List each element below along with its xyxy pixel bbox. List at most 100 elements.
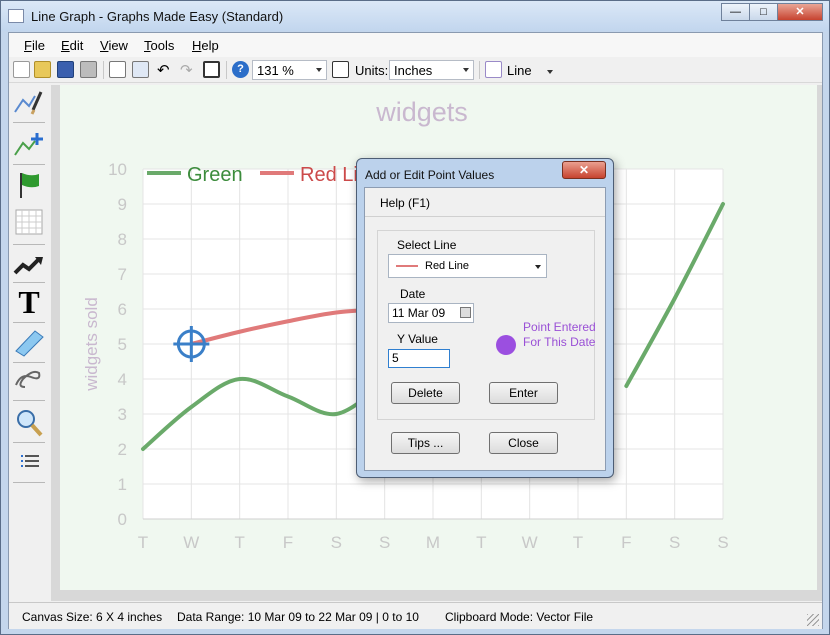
dialog-close-button[interactable]: ✕ <box>562 161 606 179</box>
units-select[interactable]: Inches <box>389 60 474 80</box>
close-button[interactable]: Close <box>489 432 558 454</box>
eraser-tool-icon[interactable] <box>13 326 45 358</box>
zoom-value: 131 % <box>257 63 294 78</box>
point-entered-note: Point Entered For This Date <box>523 320 596 349</box>
menu-bar: File Edit View Tools Help <box>9 33 822 57</box>
x-tick-label: T <box>476 533 486 552</box>
tips-button[interactable]: Tips ... <box>391 432 460 454</box>
x-tick-label: M <box>426 533 440 552</box>
toolbar-separator <box>226 61 227 79</box>
y-tick-label: 8 <box>118 230 127 249</box>
toolbar-separator <box>103 61 104 79</box>
new-file-icon[interactable] <box>13 61 30 78</box>
redo-icon[interactable]: ↷ <box>180 61 193 79</box>
x-tick-label: S <box>717 533 728 552</box>
tool-separator <box>13 322 45 323</box>
dialog-body: Help (F1) Select Line Red Line Date 11 M… <box>364 187 606 471</box>
units-value: Inches <box>394 63 433 78</box>
y-value-input[interactable]: 5 <box>388 349 450 368</box>
print-icon[interactable] <box>80 61 97 78</box>
properties-list-icon[interactable] <box>13 446 45 478</box>
dialog-title: Add or Edit Point Values <box>365 168 495 182</box>
copy-icon[interactable] <box>132 61 149 78</box>
resize-grip-icon[interactable] <box>807 614 819 626</box>
tool-separator <box>13 400 45 401</box>
toolbar: ↶ ↷ ? 131 % Units: Inches Line <box>9 57 822 83</box>
graph-type-select[interactable]: Line <box>507 63 554 78</box>
fit-to-window-icon[interactable] <box>332 61 349 78</box>
tool-separator <box>13 362 45 363</box>
x-tick-label: F <box>283 533 293 552</box>
x-tick-label: T <box>234 533 244 552</box>
save-icon[interactable] <box>57 61 74 78</box>
dialog-help-menu[interactable]: Help (F1) <box>380 196 430 210</box>
menu-help[interactable]: Help <box>192 38 219 53</box>
date-label: Date <box>400 287 426 301</box>
select-line-dropdown[interactable]: Red Line <box>388 254 547 278</box>
menu-file[interactable]: File <box>24 38 45 53</box>
zoom-select[interactable]: 131 % <box>252 60 327 80</box>
menu-view[interactable]: View <box>100 38 128 53</box>
open-folder-icon[interactable] <box>34 61 51 78</box>
freehand-tool-icon[interactable] <box>13 364 45 396</box>
toolbar-separator <box>479 61 480 79</box>
y-tick-label: 9 <box>118 195 127 214</box>
y-tick-label: 1 <box>118 475 127 494</box>
title-bar[interactable]: Line Graph - Graphs Made Easy (Standard)… <box>1 1 829 31</box>
date-picker[interactable]: 11 Mar 09 <box>388 303 474 323</box>
x-tick-label: S <box>669 533 680 552</box>
chart-title: widgets <box>375 97 468 127</box>
status-clipboard-mode: Clipboard Mode: Vector File <box>445 610 594 624</box>
undo-icon[interactable]: ↶ <box>157 61 170 79</box>
dialog-menu-divider <box>365 216 605 217</box>
line-color-swatch <box>396 265 418 267</box>
enter-button[interactable]: Enter <box>489 382 558 404</box>
tool-separator <box>13 482 45 483</box>
data-table-icon[interactable] <box>203 61 220 78</box>
help-icon[interactable]: ? <box>232 61 249 78</box>
x-tick-label: W <box>522 533 538 552</box>
y-tick-label: 10 <box>108 160 127 179</box>
line-graph-icon[interactable] <box>485 61 502 78</box>
y-axis-label: widgets sold <box>82 297 101 392</box>
x-tick-label: W <box>183 533 199 552</box>
status-canvas-size: Canvas Size: 6 X 4 inches <box>22 610 163 624</box>
edit-line-tool-icon[interactable] <box>13 87 45 119</box>
left-toolbox: T <box>9 84 49 601</box>
calendar-icon[interactable] <box>460 307 471 318</box>
y-tick-label: 3 <box>118 405 127 424</box>
x-tick-label: F <box>621 533 631 552</box>
y-tick-label: 2 <box>118 440 127 459</box>
delete-button[interactable]: Delete <box>391 382 460 404</box>
text-tool-icon[interactable]: T <box>13 284 45 320</box>
tool-separator <box>13 244 45 245</box>
y-tick-label: 6 <box>118 300 127 319</box>
add-line-tool-icon[interactable] <box>13 128 45 160</box>
window-title: Line Graph - Graphs Made Easy (Standard) <box>31 9 284 24</box>
close-window-button[interactable]: ✕ <box>777 3 823 21</box>
y-tick-label: 4 <box>118 370 127 389</box>
tool-separator <box>13 122 45 123</box>
grid-tool-icon[interactable] <box>13 206 45 238</box>
trend-arrow-tool-icon[interactable] <box>13 248 45 280</box>
zoom-magnifier-icon[interactable] <box>13 406 45 438</box>
y-tick-label: 7 <box>118 265 127 284</box>
flag-tool-icon[interactable] <box>13 169 45 201</box>
maximize-button[interactable]: □ <box>749 3 778 21</box>
status-bar: Canvas Size: 6 X 4 inches Data Range: 10… <box>9 602 822 629</box>
app-icon <box>8 9 24 23</box>
units-label: Units: <box>355 63 389 78</box>
status-data-range: Data Range: 10 Mar 09 to 22 Mar 09 | 0 t… <box>177 610 419 624</box>
select-line-value: Red Line <box>425 260 470 272</box>
select-line-label: Select Line <box>397 238 457 252</box>
tool-separator <box>13 164 45 165</box>
minimize-button[interactable]: — <box>721 3 750 21</box>
print-preview-icon[interactable] <box>109 61 126 78</box>
menu-tools[interactable]: Tools <box>144 38 174 53</box>
tool-separator <box>13 442 45 443</box>
x-tick-label: S <box>331 533 342 552</box>
x-tick-label: T <box>138 533 148 552</box>
menu-edit[interactable]: Edit <box>61 38 83 53</box>
chevron-down-icon <box>535 265 541 269</box>
x-tick-label: S <box>379 533 390 552</box>
